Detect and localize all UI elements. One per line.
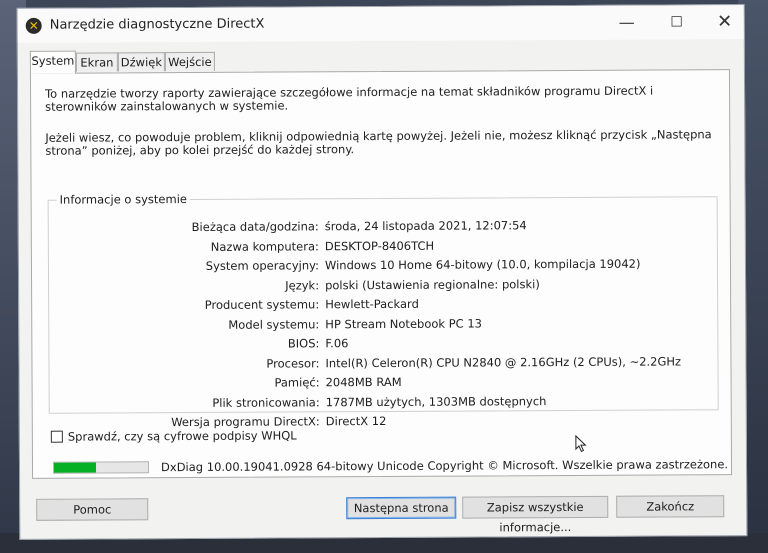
whql-checkbox[interactable] [50,430,63,443]
tab-dzwiek[interactable]: Dźwięk [117,52,165,72]
info-label: Nazwa komputera: [210,238,319,254]
save-all-info-button[interactable]: Zapisz wszystkie informacje... [462,495,609,534]
info-label: Producent systemu: [204,297,320,312]
info-label: BIOS: [287,336,320,351]
info-label: Wersja programu DirectX: [171,414,320,430]
info-value: polski (Ustawienia regionalne: polski) [325,276,540,292]
info-row-model: Model systemu: HP Stream Notebook PC 13 [49,315,719,335]
info-label: System operacyjny: [205,258,320,273]
mouse-cursor-icon [575,434,587,453]
help-button[interactable]: Pomoc [36,498,149,521]
tab-system[interactable]: System [29,50,76,74]
tab-ekran[interactable]: Ekran [75,52,118,72]
progress-bar-fill [53,462,97,473]
intro-paragraph-1: To narzędzie tworzy raporty zawierające … [45,83,654,114]
whql-checkbox-label[interactable]: Sprawdź, czy są cyfrowe podpisy WHQL [68,428,297,443]
info-value: środa, 24 listopada 2021, 12:07:54 [324,218,527,234]
info-row-language: Język: polski (Ustawienia regionalne: po… [49,276,719,296]
info-label: Model systemu: [228,316,320,332]
next-page-button[interactable]: Następna strona [346,496,457,520]
maximize-button[interactable]: ☐ [654,9,700,35]
info-value: F.06 [325,336,349,351]
close-button[interactable]: ✕ [702,9,748,35]
info-label: Język: [285,277,320,293]
info-label: Pamięć: [274,375,320,390]
info-value: Hewlett-Packard [325,296,419,312]
info-row-operating-system: System operacyjny: Windows 10 Home 64-bi… [49,256,719,276]
info-value: 2048MB RAM [325,374,402,390]
info-label: Procesor: [266,355,320,371]
info-row-memory: Pamięć: 2048MB RAM [50,373,720,393]
tab-wejscie[interactable]: Wejście [164,51,215,72]
info-row-manufacturer: Producent systemu: Hewlett-Packard [49,295,719,315]
dxdiag-window: ✕ Narzędzie diagnostyczne DirectX — ☐ ✕ … [16,4,748,540]
info-value: HP Stream Notebook PC 13 [325,315,482,331]
info-value: DirectX 12 [325,413,387,429]
info-row-computer-name: Nazwa komputera: DESKTOP-8406TCH [49,237,719,257]
progress-bar [52,461,150,474]
system-tab-panel: To narzędzie tworzy raporty zawierające … [29,69,733,479]
info-value: Intel(R) Celeron(R) CPU N2840 @ 2.16GHz … [325,353,682,370]
info-value: 1787MB użytych, 1303MB dostępnych [325,393,547,409]
info-row-bios: BIOS: F.06 [49,334,719,354]
info-value: Windows 10 Home 64-bitowy (10.0, kompila… [324,256,641,273]
info-label: Plik stronicowania: [212,394,320,410]
title-bar[interactable]: ✕ Narzędzie diagnostyczne DirectX — ☐ ✕ [17,5,744,43]
directx-app-icon: ✕ [25,17,42,34]
info-value: DESKTOP-8406TCH [324,238,435,253]
system-info-group-label: Informacje o systemie [56,192,190,207]
intro-paragraph-2: Jeżeli wiesz, co powoduje problem, klikn… [45,127,712,158]
minimize-button[interactable]: — [604,10,650,36]
window-title: Narzędzie diagnostyczne DirectX [49,16,265,33]
info-row-datetime: Bieżąca data/godzina: środa, 24 listopad… [49,217,719,237]
info-row-processor: Procesor: Intel(R) Celeron(R) CPU N2840 … [49,354,719,374]
copyright-text: DxDiag 10.00.19041.0928 64-bitowy Unicod… [160,457,729,475]
system-info-group: Informacje o systemie Bieżąca data/godzi… [47,192,720,429]
info-label: Bieżąca data/godzina: [191,219,319,234]
info-row-page-file: Plik stronicowania: 1787MB użytych, 1303… [50,393,720,413]
exit-button[interactable]: Zakończ [616,495,725,518]
